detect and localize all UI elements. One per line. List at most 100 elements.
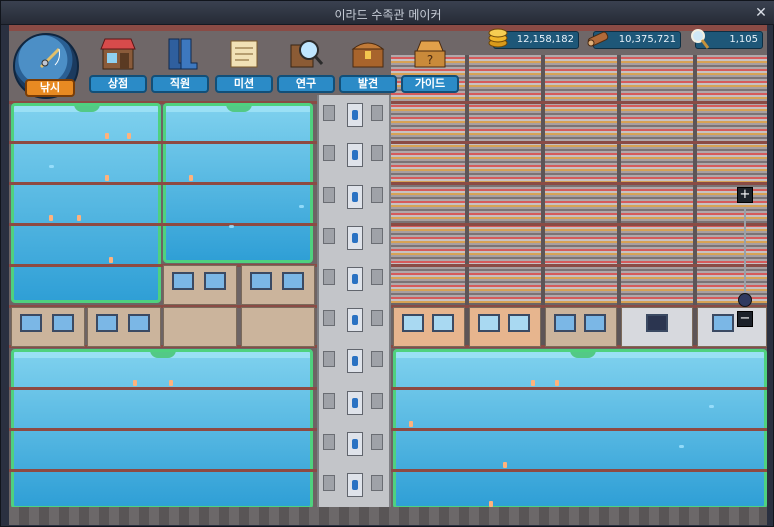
staff-label: 직원 — [151, 75, 209, 93]
elevator-door — [323, 351, 335, 367]
question-chest-icon: ? — [414, 40, 446, 68]
tank-shelf — [393, 387, 767, 390]
lab-display — [646, 314, 668, 332]
monitor — [712, 314, 734, 332]
game-window: 이라드 수족관 메이커 ✕ 낚시 상점 직원 미션 연구 발견 ? 가이드 12… — [0, 0, 774, 527]
shop-button[interactable]: 상점 — [85, 35, 151, 97]
elevator-door — [371, 475, 383, 491]
cafe-room[interactable] — [393, 307, 465, 347]
visitor — [169, 380, 173, 386]
elevator-door — [323, 145, 335, 161]
elevator-car — [347, 103, 363, 127]
visitor — [49, 215, 53, 221]
game-viewport[interactable]: 낚시 상점 직원 미션 연구 발견 ? 가이드 12,158,182 10,37… — [9, 25, 767, 525]
lab-room[interactable] — [621, 307, 693, 347]
tank-shelf — [11, 182, 313, 185]
shop-room[interactable] — [241, 307, 315, 347]
visitor — [127, 133, 131, 139]
office-room[interactable] — [163, 265, 237, 305]
resource-bar: 12,158,182 10,375,721 1,105 — [485, 27, 767, 51]
visitor — [503, 462, 507, 468]
elevator-door — [371, 105, 383, 121]
research-button[interactable]: 연구 — [273, 35, 339, 97]
visitor — [555, 380, 559, 386]
tank-shelf — [11, 387, 313, 390]
ground-floor — [9, 507, 767, 525]
elevator-door — [371, 187, 383, 203]
room-divider — [617, 55, 621, 345]
window-title: 이라드 수족관 메이커 — [334, 8, 442, 22]
tank-shelf — [11, 469, 313, 472]
lab-room[interactable] — [697, 307, 767, 347]
zoom-slider-track[interactable] — [744, 207, 746, 307]
chest-icon — [351, 42, 385, 68]
tank-handle — [150, 352, 176, 358]
office-room[interactable] — [241, 265, 315, 305]
fish — [229, 225, 234, 228]
research-counter: 1,105 — [691, 29, 763, 49]
zoom-out-button[interactable]: − — [737, 311, 753, 327]
coin-stack-icon — [488, 28, 508, 48]
elevator-door — [371, 351, 383, 367]
elevator-car — [347, 308, 363, 332]
elevator-door — [323, 475, 335, 491]
window-panel — [508, 314, 530, 332]
elevator-car — [347, 432, 363, 456]
mission-button[interactable]: 미션 — [211, 35, 277, 97]
shop-room[interactable] — [163, 307, 237, 347]
elevator-car — [347, 143, 363, 167]
elevator-door — [371, 434, 383, 450]
mission-label: 미션 — [215, 75, 273, 93]
tank-shelf — [11, 223, 313, 226]
fishing-button[interactable]: 낚시 — [13, 33, 79, 99]
visitor — [409, 421, 413, 427]
monitor — [20, 314, 42, 332]
elevator-door — [371, 228, 383, 244]
guide-button[interactable]: ? 가이드 — [397, 35, 463, 97]
tank-shelf — [11, 428, 313, 431]
visitor — [109, 257, 113, 263]
visitor — [77, 215, 81, 221]
magnifier-book-icon — [290, 40, 324, 68]
room-divider — [693, 55, 697, 345]
close-icon[interactable]: ✕ — [753, 5, 769, 21]
research-label: 연구 — [277, 75, 335, 93]
aquarium-tank[interactable] — [11, 103, 161, 303]
boots-icon — [168, 38, 198, 70]
zoom-slider-handle[interactable] — [738, 293, 752, 307]
elevator-car — [347, 185, 363, 209]
visitor — [105, 175, 109, 181]
elevator-door — [371, 269, 383, 285]
elevator-door — [371, 393, 383, 409]
zoom-in-button[interactable]: + — [737, 187, 753, 203]
visitor — [531, 380, 535, 386]
elevator-car — [347, 473, 363, 497]
magnifier-icon — [691, 29, 710, 49]
room-divider — [465, 55, 469, 345]
office-room[interactable] — [11, 307, 85, 347]
office-room[interactable] — [87, 307, 161, 347]
research-value: 1,105 — [729, 34, 758, 45]
elevator-shaft[interactable] — [317, 95, 391, 525]
svg-text:?: ? — [427, 53, 433, 67]
monitor — [584, 314, 606, 332]
elevator-door — [371, 310, 383, 326]
staff-button[interactable]: 직원 — [147, 35, 213, 97]
monitor — [52, 314, 74, 332]
scroll-icon — [230, 40, 258, 68]
elevator-door — [323, 269, 335, 285]
elevator-door — [323, 187, 335, 203]
fish — [49, 165, 54, 168]
office-room[interactable] — [545, 307, 617, 347]
visitor — [133, 380, 137, 386]
room-divider — [541, 55, 545, 345]
elevator-door — [323, 228, 335, 244]
monitor — [96, 314, 118, 332]
discovery-button[interactable]: 발견 — [335, 35, 401, 97]
cafe-room[interactable] — [469, 307, 541, 347]
fishing-label: 낚시 — [25, 79, 75, 97]
gold-value: 12,158,182 — [516, 34, 574, 45]
tank-handle — [226, 106, 252, 112]
wood-counter: 10,375,721 — [587, 31, 681, 49]
monitor — [250, 272, 272, 290]
